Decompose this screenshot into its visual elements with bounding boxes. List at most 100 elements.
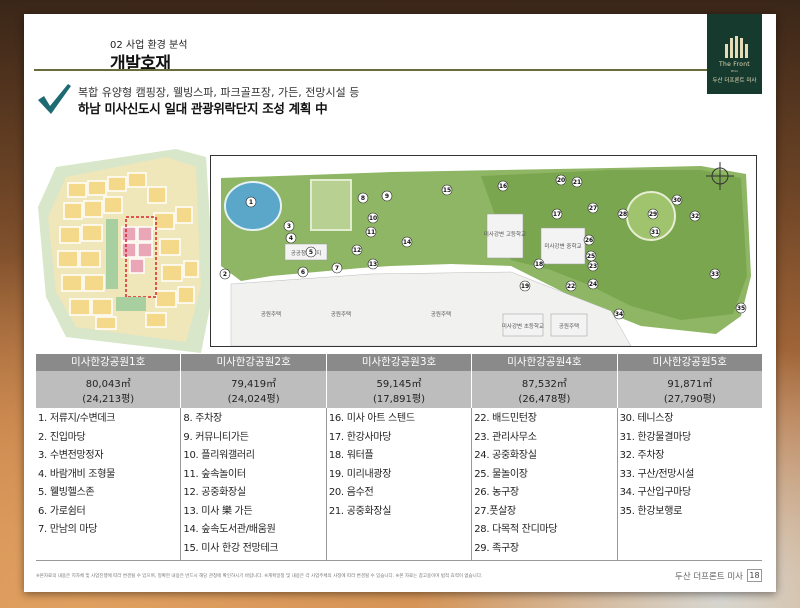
park-facilities-column: 1. 저류지/수변데크 2. 진입마당 3. 수변전망정자 4. 바람개비 조형물 5.… bbox=[36, 408, 182, 560]
map-marker-number: 5 bbox=[309, 249, 313, 256]
park-facilities-column: 16. 미사 아트 스텐드 17. 한강사마당 18. 워터플 19. 미리내광장 20… bbox=[327, 408, 473, 560]
facility-item: 28. 다목적 잔디마당 bbox=[474, 524, 558, 535]
map-marker-number: 14 bbox=[403, 239, 411, 246]
map-label: 미사강변 초등학교 bbox=[502, 322, 544, 330]
logo-subtext: MISA bbox=[730, 69, 739, 73]
map-marker-number: 16 bbox=[499, 183, 507, 190]
map-marker-number: 30 bbox=[673, 197, 681, 204]
footer-disclaimer: ※본자료의 내용은 지자체 및 사업진행에 따라 변경될 수 있으며, 정확한 … bbox=[36, 574, 483, 579]
facility-item: 7. 만남의 마당 bbox=[38, 524, 98, 535]
map-marker-number: 7 bbox=[335, 265, 339, 272]
park-header-cell: 미사한강공원5호 91,871㎡ (27,790평) bbox=[617, 354, 763, 408]
map-marker-number: 8 bbox=[361, 195, 365, 202]
header-divider bbox=[34, 69, 719, 71]
brochure-page: 02 사업 환경 분석 개발호재 The Front MISA 두산 더프론트 … bbox=[24, 14, 776, 592]
logo-korean-name: 두산 더프론트 미사 bbox=[712, 78, 757, 84]
facility-item: 26. 농구장 bbox=[474, 487, 519, 498]
map-marker-number: 31 bbox=[651, 229, 659, 236]
facility-item: 3. 수변전망정자 bbox=[38, 450, 104, 461]
logo-mark-icon bbox=[723, 36, 748, 58]
map-label: 공원주택 bbox=[261, 310, 281, 318]
facility-item: 33. 구산/전망시설 bbox=[619, 468, 695, 480]
facility-item: 2. 진입마당 bbox=[38, 431, 86, 443]
map-label: 미사강변 고등학교 bbox=[484, 230, 526, 238]
park-facilities-column: 8. 주차장 9. 커뮤니티가든 10. 플리워갤러리 11. 숲속놀이터 12. 공중… bbox=[181, 408, 327, 560]
map-marker-number: 34 bbox=[615, 311, 623, 318]
facility-item: 30. 테니스장 bbox=[619, 413, 674, 424]
park-name: 미사한강공원2호 bbox=[216, 356, 291, 368]
facility-item: 35. 한강보행로 bbox=[619, 505, 683, 517]
map-marker-number: 23 bbox=[589, 263, 597, 270]
park-facilities-column: 30. 테니스장 31. 한강물결마당 32. 주차장 33. 구산/전망시설 34. … bbox=[618, 408, 762, 560]
map-marker-number: 28 bbox=[619, 211, 627, 218]
park-header-cell: 미사한강공원3호 59,145㎡ (17,891평) bbox=[326, 354, 473, 408]
park-name: 미사한강공원4호 bbox=[507, 356, 582, 368]
map-marker-number: 4 bbox=[289, 235, 293, 242]
facility-item: 27.풋살장 bbox=[474, 505, 516, 517]
map-marker-number: 6 bbox=[301, 269, 305, 276]
facility-item: 6. 가로쉼터 bbox=[38, 505, 86, 517]
map-marker-number: 20 bbox=[557, 177, 565, 184]
park-facilities-column: 22. 배드민턴장 23. 관리사무소 24. 공중화장실 25. 물놀이장 26. 농… bbox=[472, 408, 618, 560]
map-marker-number: 27 bbox=[589, 205, 597, 212]
facility-item: 9. 커뮤니티가든 bbox=[183, 431, 249, 443]
park-area-pyeong: (17,891평) bbox=[373, 394, 426, 405]
facility-item: 34. 구산입구마당 bbox=[619, 487, 692, 498]
park-area-pyeong: (27,790평) bbox=[663, 394, 716, 405]
park-header-cell: 미사한강공원2호 79,419㎡ (24,024평) bbox=[181, 354, 327, 408]
park-area: 79,419㎡ bbox=[231, 379, 277, 390]
facility-item: 15. 미사 한강 전망테크 bbox=[183, 542, 279, 554]
map-label: 미사강변 중학교 bbox=[544, 242, 581, 250]
park-area: 80,043㎡ bbox=[85, 379, 131, 390]
district-site-plan bbox=[38, 149, 214, 353]
facility-item: 18. 워터플 bbox=[328, 450, 374, 461]
map-marker-number: 9 bbox=[385, 193, 389, 200]
park-name: 미사한강공원5호 bbox=[652, 356, 727, 368]
park-area: 91,871㎡ bbox=[667, 379, 713, 390]
park-area-pyeong: (24,024평) bbox=[227, 394, 280, 405]
park-master-plan: 공공청사부지 공원주택 공원주택 공원주택 미사강변 고등학교 미사강변 중학교… bbox=[210, 155, 757, 347]
map-marker-number: 10 bbox=[369, 215, 377, 222]
map-marker-number: 18 bbox=[535, 261, 543, 268]
footer-brand: 두산 더프론트 미사 bbox=[675, 572, 743, 582]
map-marker-number: 32 bbox=[691, 213, 699, 220]
park-area-pyeong: (24,213평) bbox=[82, 394, 135, 405]
headline-main: 하남 미사신도시 일대 관광위락단지 조성 계획 中 bbox=[78, 101, 328, 116]
map-marker-number: 22 bbox=[567, 283, 575, 290]
facility-item: 21. 공중화장실 bbox=[328, 505, 392, 517]
page-number: 18 bbox=[747, 569, 762, 582]
parks-table-body: 1. 저류지/수변데크 2. 진입마당 3. 수변전망정자 4. 바람개비 조형물 5.… bbox=[36, 408, 762, 561]
facility-item: 32. 주차장 bbox=[619, 450, 665, 461]
facility-item: 11. 숲속놀이터 bbox=[183, 468, 246, 480]
park-name: 미사한강공원3호 bbox=[361, 356, 437, 368]
map-label: 공원주택 bbox=[331, 310, 351, 318]
facility-item: 8. 주차장 bbox=[183, 413, 222, 424]
facility-item: 20. 음수전 bbox=[328, 487, 374, 498]
facility-item: 4. 바람개비 조형물 bbox=[38, 468, 115, 480]
facility-item: 1. 저류지/수변데크 bbox=[38, 413, 116, 424]
park-area: 59,145㎡ bbox=[376, 379, 422, 390]
facility-item: 25. 물놀이장 bbox=[474, 468, 528, 480]
map-marker-number: 1 bbox=[249, 199, 253, 206]
facility-item: 22. 배드민턴장 bbox=[474, 413, 537, 424]
map-marker-number: 19 bbox=[521, 283, 529, 290]
park-area-pyeong: (26,478평) bbox=[518, 394, 571, 405]
map-marker-number: 21 bbox=[573, 179, 581, 186]
brand-logo: The Front MISA 두산 더프론트 미사 bbox=[707, 14, 762, 94]
map-marker-number: 24 bbox=[589, 281, 597, 288]
facility-item: 14. 숲속도서관/배움원 bbox=[183, 524, 276, 535]
map-marker-number: 17 bbox=[553, 211, 561, 218]
facility-item: 23. 관리사무소 bbox=[474, 431, 537, 443]
parks-table-header: 미사한강공원1호 80,043㎡ (24,213평) 미사한강공원2호 79,419㎡ (… bbox=[36, 354, 763, 408]
map-marker-number: 13 bbox=[369, 261, 377, 268]
map-marker-number: 12 bbox=[353, 247, 361, 254]
facility-item: 17. 한강사마당 bbox=[328, 431, 392, 443]
map-marker-number: 15 bbox=[443, 187, 451, 194]
map-marker-number: 29 bbox=[649, 211, 657, 218]
facility-item: 29. 족구장 bbox=[474, 542, 519, 554]
parks-table: 미사한강공원1호 80,043㎡ (24,213평) 미사한강공원2호 79,419㎡ (… bbox=[36, 354, 763, 561]
map-marker-number: 25 bbox=[587, 253, 595, 260]
park-header-cell: 미사한강공원4호 87,532㎡ (26,478평) bbox=[472, 354, 618, 408]
map-marker-number: 11 bbox=[367, 229, 375, 236]
logo-name: The Front bbox=[719, 61, 750, 68]
